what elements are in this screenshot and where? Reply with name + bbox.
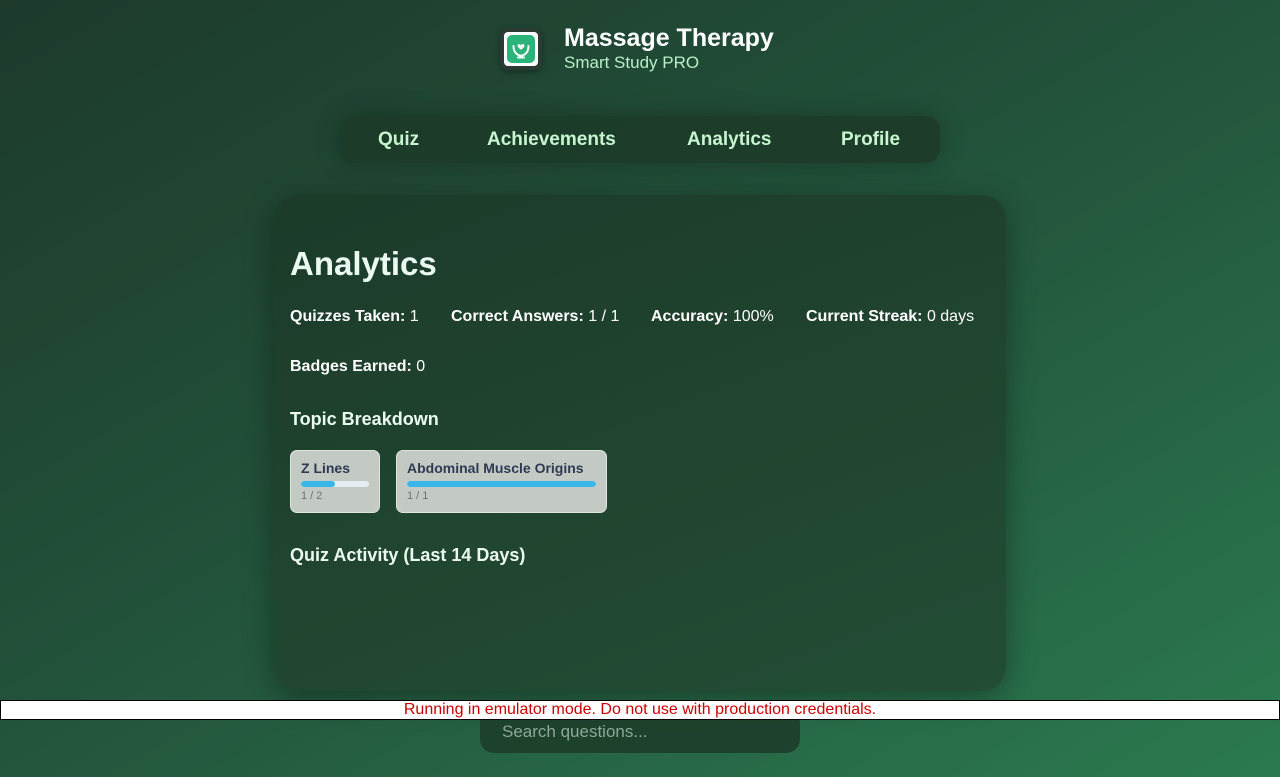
topic-progress-bar: [301, 481, 369, 487]
topic-card[interactable]: Z Lines 1 / 2: [290, 450, 380, 513]
emulator-warning-banner: Running in emulator mode. Do not use wit…: [0, 700, 1280, 720]
topic-breakdown-heading: Topic Breakdown: [290, 409, 439, 429]
stat-label: Quizzes Taken:: [290, 308, 406, 325]
stat-value: 0 days: [926, 308, 975, 325]
tab-profile[interactable]: Profile: [841, 116, 900, 163]
main-nav: Quiz Achievements Analytics Profile: [340, 116, 940, 163]
stat-label: Current Streak:: [806, 308, 923, 325]
app-title: Massage Therapy: [564, 24, 774, 52]
topic-count: 1 / 1: [407, 490, 429, 502]
app-logo: [500, 28, 542, 70]
topic-name: Abdominal Muscle Origins: [407, 460, 584, 476]
topic-progress-fill: [407, 481, 596, 487]
stat-value: 0: [416, 358, 426, 375]
topic-progress-bar: [407, 481, 596, 487]
app-subtitle: Smart Study PRO: [564, 53, 700, 72]
topic-progress-fill: [301, 481, 335, 487]
topic-count: 1 / 2: [301, 490, 323, 502]
tab-analytics[interactable]: Analytics: [687, 116, 771, 163]
stat-value: 1: [409, 308, 419, 325]
stat-quizzes-taken: Quizzes Taken: 1: [290, 308, 419, 326]
analytics-card: Analytics Quizzes Taken: 1 Correct Answe…: [274, 195, 1006, 691]
topic-card[interactable]: Abdominal Muscle Origins 1 / 1: [396, 450, 607, 513]
search-input[interactable]: [500, 721, 780, 743]
quiz-activity-heading: Quiz Activity (Last 14 Days): [290, 545, 526, 565]
stat-accuracy: Accuracy: 100%: [651, 308, 774, 326]
stat-label: Badges Earned:: [290, 358, 412, 375]
stat-correct-answers: Correct Answers: 1 / 1: [451, 308, 619, 326]
hands-heart-icon: [507, 35, 535, 63]
app-header: Massage Therapy Smart Study PRO: [500, 24, 774, 74]
stat-badges-earned: Badges Earned: 0: [290, 358, 425, 376]
topic-name: Z Lines: [301, 460, 351, 476]
tab-achievements[interactable]: Achievements: [487, 116, 616, 163]
stat-value: 1 / 1: [588, 308, 620, 325]
stat-current-streak: Current Streak: 0 days: [806, 308, 974, 326]
stat-label: Correct Answers:: [451, 308, 584, 325]
stat-label: Accuracy:: [651, 308, 729, 325]
page-title: Analytics: [290, 245, 437, 282]
tab-quiz[interactable]: Quiz: [378, 116, 419, 163]
stat-value: 100%: [732, 308, 774, 325]
